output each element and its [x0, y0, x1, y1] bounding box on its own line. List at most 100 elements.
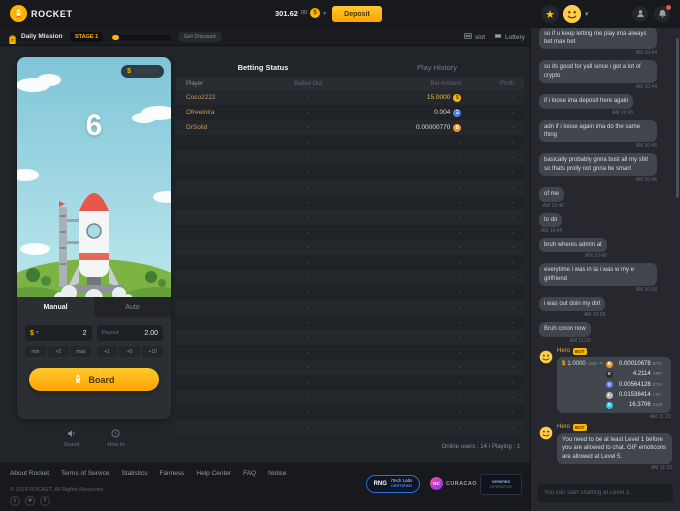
sound-toggle[interactable]: Sound	[63, 429, 79, 448]
rate-value: 0.00010678	[619, 360, 651, 367]
rocket-logo-icon	[10, 5, 27, 22]
main-content: 6 $ Manual Auto $ ▾ 2 Payout 2.00 min ×2…	[0, 46, 530, 462]
chat-timestamp: AM 10:58	[583, 312, 606, 319]
chat-input[interactable]	[538, 484, 673, 502]
get-discount-button[interactable]: Get Discount	[178, 31, 222, 42]
favorites-star-button[interactable]: ★	[541, 5, 559, 23]
chat-messages: whats the held up broskiAM 10:42bunch of…	[531, 28, 680, 475]
bailed-out-value: -	[307, 394, 310, 401]
bailed-out-value: -	[307, 154, 310, 161]
balance-chevron-down-icon: ▾	[323, 10, 327, 17]
bet-quick-button[interactable]: ×2	[47, 346, 69, 357]
bet-quick-button[interactable]: +5	[119, 346, 141, 357]
profit-value: -	[511, 214, 514, 221]
bet-amount-cell: -	[459, 319, 462, 326]
profit-value: -	[511, 94, 514, 101]
lottery-button[interactable]: Lottery	[494, 31, 525, 43]
slot-button[interactable]: slot	[464, 31, 485, 43]
betting-tabs: Betting Status Play History	[176, 57, 524, 77]
bet-amount-cell: 15.0000 $	[350, 93, 462, 102]
betting-panel: Betting Status Play History Player Baile…	[176, 57, 524, 455]
rate-code: XLM	[652, 402, 662, 408]
bet-amount-cell: -	[459, 184, 462, 191]
table-row: Coco2222 - 15.0000 $ -	[176, 90, 524, 105]
tab-play-history[interactable]: Play History	[350, 57, 524, 77]
bailed-out-value: -	[307, 289, 310, 296]
usd-value: 1.0000	[567, 360, 586, 367]
bot-badge: BOT	[573, 423, 587, 431]
currency-selector[interactable]: $	[30, 330, 34, 337]
footer-link[interactable]: Statistics	[121, 470, 147, 477]
profit-value: -	[511, 409, 514, 416]
chat-timestamp: AM 10:46	[542, 202, 565, 209]
chat-timestamp: AM 10:49	[585, 253, 607, 260]
board-button[interactable]: Board	[29, 368, 159, 391]
usd-symbol: $	[562, 360, 566, 367]
chat-timestamp: AM 10:46	[635, 177, 657, 184]
rate-row: B 0.00010678 BTC	[605, 360, 666, 368]
bet-quick-button[interactable]: max	[70, 346, 92, 357]
logo-text: ROCKET	[31, 8, 73, 19]
friends-button[interactable]	[632, 6, 648, 22]
user-avatar[interactable]	[563, 5, 581, 23]
chat-message: adn if i loose again ima do the same thi…	[539, 119, 657, 150]
tab-betting-status[interactable]: Betting Status	[176, 57, 350, 77]
bet-quick-button[interactable]: min	[25, 346, 46, 357]
payout-input[interactable]: Payout 2.00	[96, 325, 163, 341]
itech-labs-certification-badge: RNG iTech Labs CERTIFIED	[366, 475, 420, 493]
table-row: ---	[176, 225, 524, 240]
how-to-button[interactable]: ? How to	[107, 429, 125, 448]
bet-quick-button[interactable]: +1	[96, 346, 118, 357]
bet-controls: $ ▾ 2 Payout 2.00 min ×2 max +1 +5 +10 Board	[17, 317, 171, 391]
tab-manual[interactable]: Manual	[17, 297, 94, 317]
payout-value: 2.00	[144, 329, 158, 337]
footer-link[interactable]: Help Center	[196, 470, 231, 477]
verified-operator-badge: VERIFIED OPERATOR	[480, 474, 522, 495]
tab-auto[interactable]: Auto	[94, 297, 171, 317]
column-profit: Profit	[499, 80, 514, 87]
player-name: DrSolid	[186, 124, 208, 131]
chat-timestamp: AM 10:44	[635, 84, 657, 91]
twitter-icon[interactable]: t	[10, 496, 20, 506]
telegram-icon[interactable]: ✈	[25, 496, 35, 506]
chat-scrollbar[interactable]	[676, 38, 679, 198]
profit-value: -	[511, 394, 514, 401]
footer-link[interactable]: Notice	[268, 470, 286, 477]
logo[interactable]: ROCKET	[10, 5, 73, 22]
bot-header: Hero BOT	[557, 423, 672, 431]
bailed-out-value: -	[307, 274, 310, 281]
jackpot-currency: $	[127, 68, 131, 75]
table-row: ---	[176, 345, 524, 360]
chat-bubble: $1.0000 USD = B 0.00010678 BTC X 4.2114 XRP Ξ 0.00…	[557, 356, 671, 413]
countdown-number: 6	[85, 109, 103, 142]
footer-link[interactable]: Fairness	[159, 470, 184, 477]
footer-link[interactable]: About Rocket	[10, 470, 49, 477]
table-row: DrSolid - 0.00000770 B -	[176, 120, 524, 135]
profit-value: -	[511, 289, 514, 296]
chat-message: everytime i was in la i was w my e girlf…	[539, 263, 657, 293]
footer-link[interactable]: FAQ	[243, 470, 256, 477]
bet-quick-button[interactable]: +10	[142, 346, 163, 357]
curacao-label: CURACAO	[446, 480, 477, 487]
user-menu-chevron-icon[interactable]: ▾	[585, 10, 589, 18]
chat-timestamp: AM 10:45	[635, 143, 657, 150]
bet-amount-input[interactable]: $ ▾ 2	[25, 325, 92, 341]
deposit-button[interactable]: Deposit	[332, 6, 382, 22]
table-row: ---	[176, 195, 524, 210]
notifications-button[interactable]	[654, 5, 671, 22]
footer-link[interactable]: Terms of Service	[61, 470, 109, 477]
profit-value: -	[511, 349, 514, 356]
bet-amount-cell: -	[459, 379, 462, 386]
bailed-out-value: -	[307, 229, 310, 236]
rate-list: B 0.00010678 BTC X 4.2114 XRP Ξ 0.00564128 ETH L 0…	[605, 360, 666, 410]
ltc-coin-icon: L	[605, 391, 613, 399]
column-bailed-out: Bailed Out	[294, 80, 323, 87]
bailed-out-value: -	[307, 124, 310, 131]
rate-row: S 16.3706 XLM	[605, 401, 666, 410]
how-to-label: How to	[107, 442, 125, 448]
facebook-icon[interactable]: f	[40, 496, 50, 506]
bet-amount-cell: -	[459, 364, 462, 371]
balance-display[interactable]: 301.62 00 $ ▾	[275, 8, 326, 18]
betting-table-header: Player Bailed Out Bet Amount Profit	[176, 77, 524, 90]
header: ROCKET 301.62 00 $ ▾ Deposit ★ ▾	[0, 0, 680, 28]
